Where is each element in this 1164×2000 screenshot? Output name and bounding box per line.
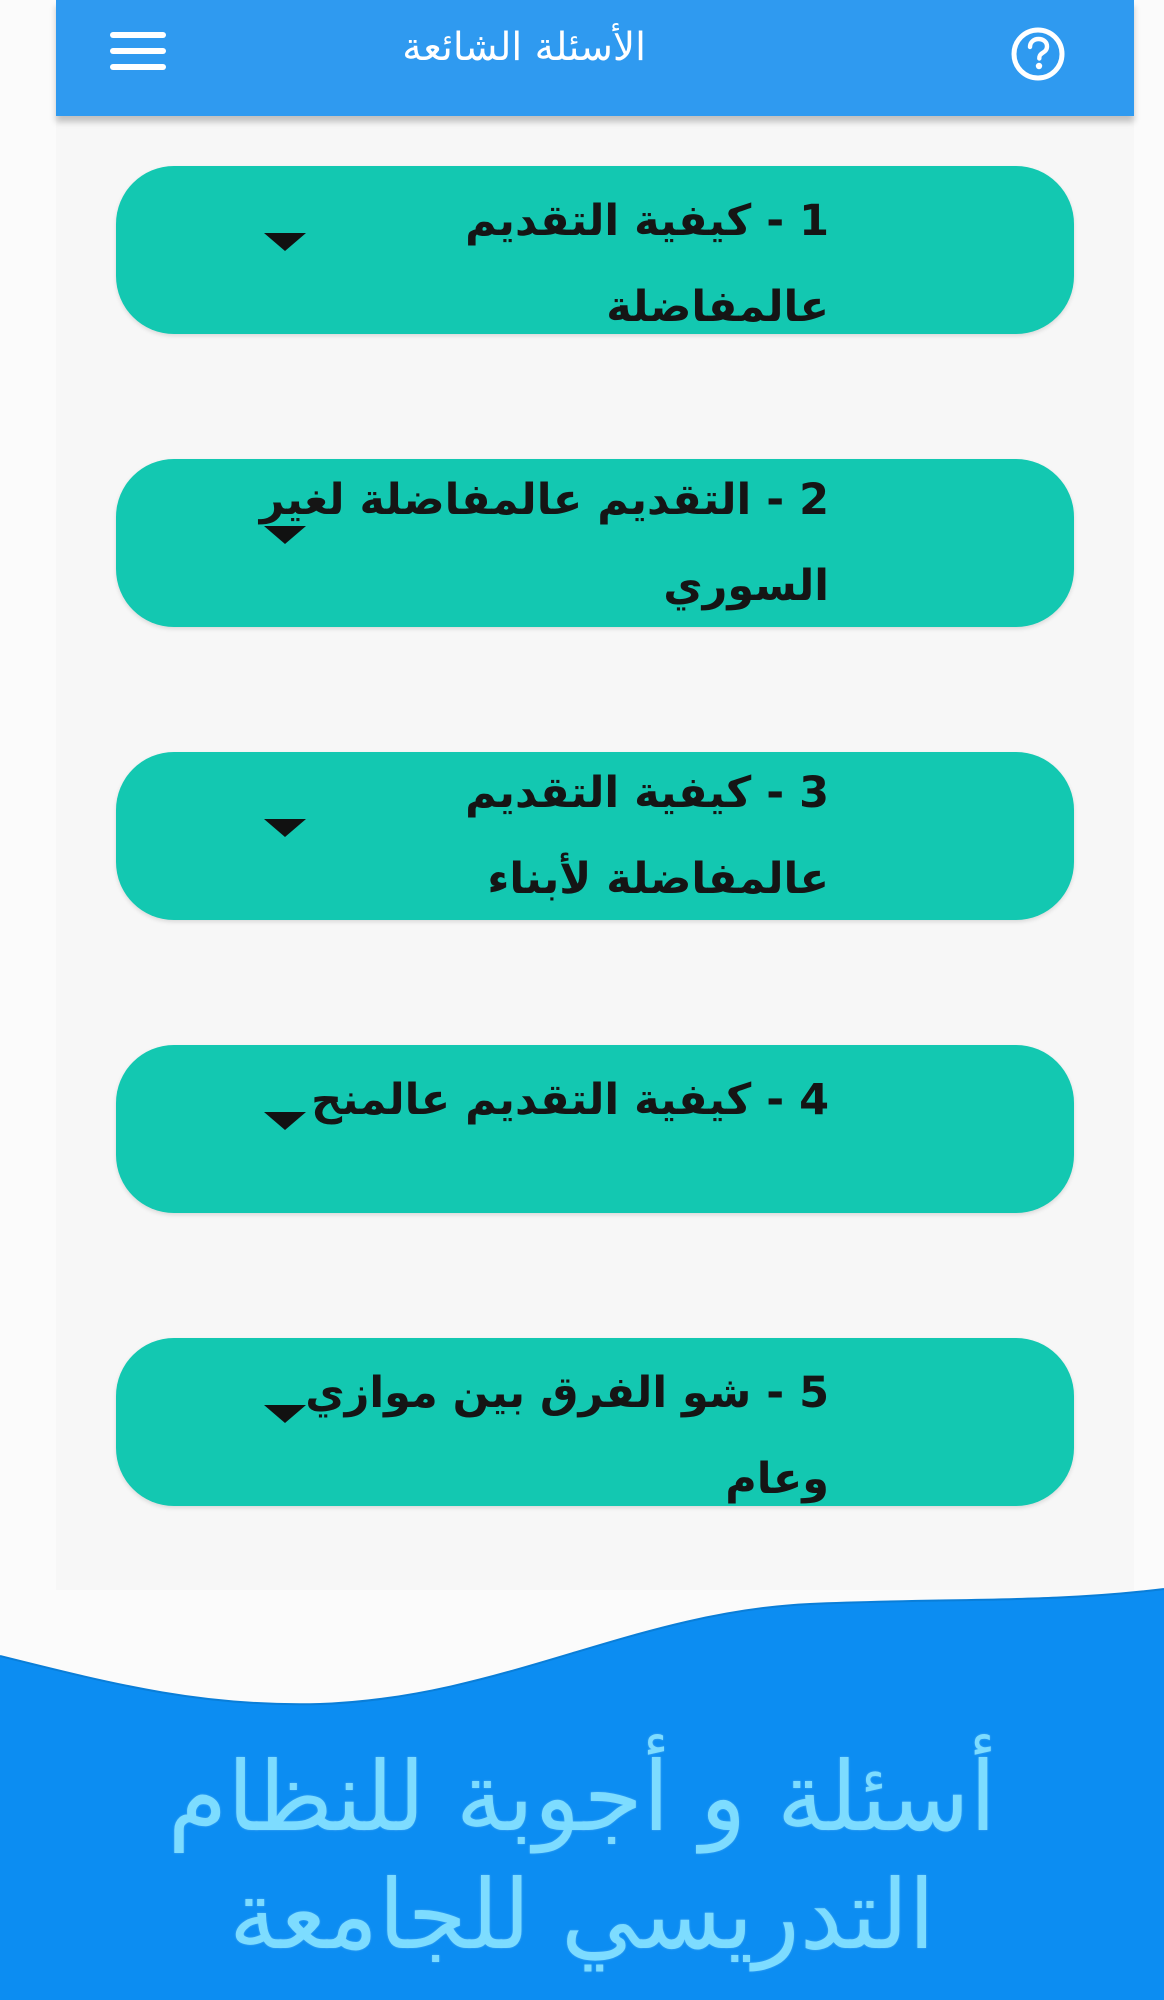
banner-line-1: أسئلة و أجوبة للنظام bbox=[167, 1741, 997, 1853]
faq-item-1[interactable]: 1 - كيفية التقديم عالمفاضلة bbox=[116, 166, 1074, 334]
faq-list: 1 - كيفية التقديم عالمفاضلة 2 - التقديم … bbox=[116, 166, 1074, 1506]
banner-title: أسئلة و أجوبة للنظام التدريسي للجامعة bbox=[0, 1738, 1164, 1988]
menu-line-middle bbox=[110, 48, 166, 54]
menu-line-top bbox=[110, 32, 166, 38]
faq-question-text: 1 - كيفية التقديم عالمفاضلة bbox=[465, 196, 829, 332]
faq-item-2[interactable]: 2 - التقديم عالمفاضلة لغير السوري bbox=[116, 459, 1074, 627]
faq-question-text: 4 - كيفية التقديم عالمنح bbox=[311, 1075, 829, 1125]
faq-item-4[interactable]: 4 - كيفية التقديم عالمنح bbox=[116, 1045, 1074, 1213]
faq-item-3[interactable]: 3 - كيفية التقديم عالمفاضلة لأبناء bbox=[116, 752, 1074, 920]
page-title: الأسئلة الشائعة bbox=[402, 25, 646, 70]
menu-line-bottom bbox=[110, 64, 166, 70]
faq-question-label: 5 - شو الفرق بين موازي وعام bbox=[239, 1338, 829, 1506]
question-circle-svg bbox=[1011, 27, 1065, 81]
faq-screen: الأسئلة الشائعة 1 - كيفية التقديم عالمفا… bbox=[56, 0, 1134, 1590]
blue-wave-banner: أسئلة و أجوبة للنظام التدريسي للجامعة bbox=[0, 1568, 1164, 2000]
faq-question-label: 2 - التقديم عالمفاضلة لغير السوري bbox=[239, 459, 829, 627]
faq-question-text: 5 - شو الفرق بين موازي وعام bbox=[305, 1368, 829, 1504]
faq-question-label: 3 - كيفية التقديم عالمفاضلة لأبناء bbox=[239, 752, 829, 920]
banner-line-2: التدريسي للجامعة bbox=[229, 1859, 935, 1971]
faq-question-label: 4 - كيفية التقديم عالمنح bbox=[239, 1045, 829, 1213]
faq-question-text: 3 - كيفية التقديم عالمفاضلة لأبناء bbox=[465, 768, 829, 904]
hamburger-menu-icon[interactable] bbox=[110, 32, 168, 72]
top-app-bar: الأسئلة الشائعة bbox=[56, 0, 1134, 116]
question-circle-icon[interactable] bbox=[1008, 24, 1068, 84]
faq-question-label: 1 - كيفية التقديم عالمفاضلة bbox=[239, 166, 829, 334]
faq-question-text: 2 - التقديم عالمفاضلة لغير السوري bbox=[259, 475, 829, 611]
faq-item-5[interactable]: 5 - شو الفرق بين موازي وعام bbox=[116, 1338, 1074, 1506]
